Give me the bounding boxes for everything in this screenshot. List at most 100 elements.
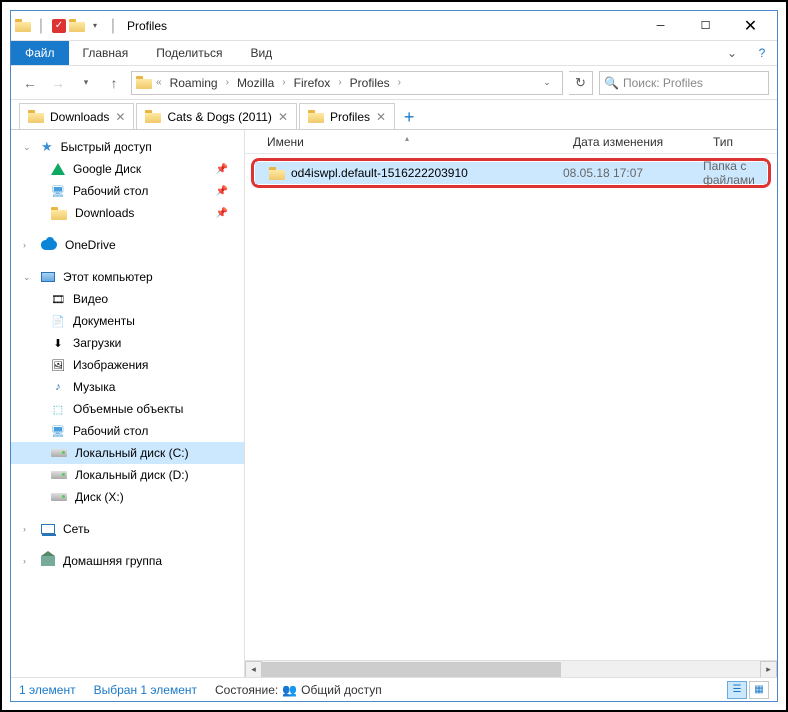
breadcrumb-item[interactable]: Mozilla <box>233 76 278 90</box>
breadcrumb-chevron-icon[interactable]: › <box>336 77 343 88</box>
chevron-down-icon[interactable]: ⌄ <box>23 142 33 153</box>
column-name[interactable]: Имени ▴ <box>245 135 565 149</box>
chevron-right-icon[interactable]: › <box>23 524 33 534</box>
desktop-icon: 🖥 <box>51 424 65 438</box>
chevron-down-icon[interactable]: ⌄ <box>23 272 33 283</box>
ribbon-collapse-icon[interactable]: ⌄ <box>717 41 747 65</box>
tab-cats-dogs[interactable]: Cats & Dogs (2011) ✕ <box>136 103 297 129</box>
tab-profiles[interactable]: Profiles ✕ <box>299 103 395 129</box>
breadcrumb-chevron-icon[interactable]: › <box>224 77 231 88</box>
tab-downloads[interactable]: Downloads ✕ <box>19 103 134 129</box>
star-icon: ★ <box>41 139 53 155</box>
scroll-right-button[interactable]: ▸ <box>760 661 777 678</box>
column-type[interactable]: Тип <box>705 135 777 149</box>
nav-desktop[interactable]: 🖥 Рабочий стол 📌 <box>11 180 244 202</box>
chevron-right-icon[interactable]: › <box>23 556 33 566</box>
nav-onedrive[interactable]: › OneDrive <box>11 234 244 256</box>
scroll-track[interactable] <box>262 661 760 678</box>
status-selection: Выбран 1 элемент <box>94 683 197 697</box>
ribbon-tab-share[interactable]: Поделиться <box>142 41 236 65</box>
nav-drive-d[interactable]: Локальный диск (D:) <box>11 464 244 486</box>
tab-close-icon[interactable]: ✕ <box>115 110 125 124</box>
nav-history-dropdown[interactable]: ▾ <box>75 72 97 94</box>
nav-back-button[interactable]: ← <box>19 72 41 94</box>
nav-drive-x[interactable]: Диск (X:) <box>11 486 244 508</box>
sort-indicator-icon: ▴ <box>405 134 409 143</box>
refresh-button[interactable]: ↻ <box>569 71 593 95</box>
tab-label: Cats & Dogs (2011) <box>167 110 272 124</box>
downloads-icon: ⬇ <box>51 336 65 350</box>
tab-close-icon[interactable]: ✕ <box>278 110 288 124</box>
ribbon-tab-home[interactable]: Главная <box>69 41 143 65</box>
column-date[interactable]: Дата изменения <box>565 135 705 149</box>
breadcrumb-item[interactable]: Roaming <box>166 76 222 90</box>
onedrive-icon <box>41 240 57 250</box>
nav-downloads-pc[interactable]: ⬇Загрузки <box>11 332 244 354</box>
cube-icon: ⬚ <box>51 402 65 416</box>
pin-icon: 📌 <box>216 164 228 175</box>
nav-quick-access[interactable]: ⌄ ★ Быстрый доступ <box>11 136 244 158</box>
file-row[interactable]: od4iswpl.default-1516222203910 08.05.18 … <box>255 162 767 184</box>
nav-documents[interactable]: 📄Документы <box>11 310 244 332</box>
maximize-button[interactable]: ☐ <box>683 11 728 41</box>
nav-drive-c[interactable]: Локальный диск (C:) <box>11 442 244 464</box>
nav-desktop-pc[interactable]: 🖥Рабочий стол <box>11 420 244 442</box>
breadcrumb-icon <box>136 76 152 90</box>
folder-icon <box>28 110 44 123</box>
explorer-window: | ✓ ▾ | Profiles ─ ☐ ✕ Файл Главная Поде… <box>10 10 778 702</box>
drive-icon <box>51 493 67 501</box>
breadcrumb-item[interactable]: Firefox <box>290 76 335 90</box>
qat-newfolder-icon[interactable] <box>69 18 85 34</box>
ribbon-help-icon[interactable]: ? <box>747 41 777 65</box>
breadcrumb-item[interactable]: Profiles <box>346 76 394 90</box>
breadcrumb-chevron-icon[interactable]: › <box>280 77 287 88</box>
pin-icon: 📌 <box>216 208 228 219</box>
nav-forward-button[interactable]: → <box>47 72 69 94</box>
nav-up-button[interactable]: ↑ <box>103 72 125 94</box>
documents-icon: 📄 <box>51 314 65 328</box>
desktop-icon: 🖥 <box>51 184 65 198</box>
tab-close-icon[interactable]: ✕ <box>376 110 386 124</box>
ribbon: Файл Главная Поделиться Вид ⌄ ? <box>11 41 777 66</box>
nav-network[interactable]: › Сеть <box>11 518 244 540</box>
tab-strip: Downloads ✕ Cats & Dogs (2011) ✕ Profile… <box>11 100 777 130</box>
file-list[interactable]: od4iswpl.default-1516222203910 08.05.18 … <box>245 154 777 660</box>
nav-videos[interactable]: 🎞Видео <box>11 288 244 310</box>
qat-dropdown-icon[interactable]: ▾ <box>87 18 103 34</box>
ribbon-tab-view[interactable]: Вид <box>236 41 286 65</box>
drive-icon <box>51 471 67 479</box>
view-icons-button[interactable]: ▦ <box>749 681 769 699</box>
tab-new-button[interactable]: + <box>397 105 421 129</box>
nav-homegroup[interactable]: › Домашняя группа <box>11 550 244 572</box>
view-details-button[interactable]: ☰ <box>727 681 747 699</box>
status-sharing: Состояние: 👥 Общий доступ <box>215 683 382 697</box>
chevron-right-icon[interactable]: › <box>23 240 33 250</box>
nav-this-pc[interactable]: ⌄ Этот компьютер <box>11 266 244 288</box>
file-date: 08.05.18 17:07 <box>563 166 703 180</box>
nav-music[interactable]: ♪Музыка <box>11 376 244 398</box>
scroll-left-button[interactable]: ◂ <box>245 661 262 678</box>
address-bar: ← → ▾ ↑ « Roaming › Mozilla › Firefox › … <box>11 66 777 100</box>
close-button[interactable]: ✕ <box>728 11 773 41</box>
qat-properties-icon[interactable]: ✓ <box>51 18 67 34</box>
minimize-button[interactable]: ─ <box>638 11 683 41</box>
breadcrumb-dropdown-icon[interactable]: ⌄ <box>536 72 558 94</box>
search-input[interactable]: 🔍 Поиск: Profiles <box>599 71 769 95</box>
drive-icon <box>51 449 67 457</box>
titlebar: | ✓ ▾ | Profiles ─ ☐ ✕ <box>11 11 777 41</box>
ribbon-file-tab[interactable]: Файл <box>11 41 69 65</box>
pc-icon <box>41 272 55 282</box>
file-type: Папка с файлами <box>703 159 767 187</box>
breadcrumb-chevron-icon[interactable]: › <box>396 77 403 88</box>
breadcrumb-chevron-icon[interactable]: « <box>154 77 164 88</box>
folder-icon <box>145 110 161 123</box>
network-icon <box>41 524 55 534</box>
nav-pictures[interactable]: 🖼Изображения <box>11 354 244 376</box>
nav-google-drive[interactable]: Google Диск 📌 <box>11 158 244 180</box>
homegroup-icon <box>41 556 55 566</box>
nav-3d-objects[interactable]: ⬚Объемные объекты <box>11 398 244 420</box>
nav-downloads[interactable]: Downloads 📌 <box>11 202 244 224</box>
scroll-thumb[interactable] <box>262 662 561 677</box>
breadcrumb[interactable]: « Roaming › Mozilla › Firefox › Profiles… <box>131 71 563 95</box>
horizontal-scrollbar[interactable]: ◂ ▸ <box>245 660 777 677</box>
